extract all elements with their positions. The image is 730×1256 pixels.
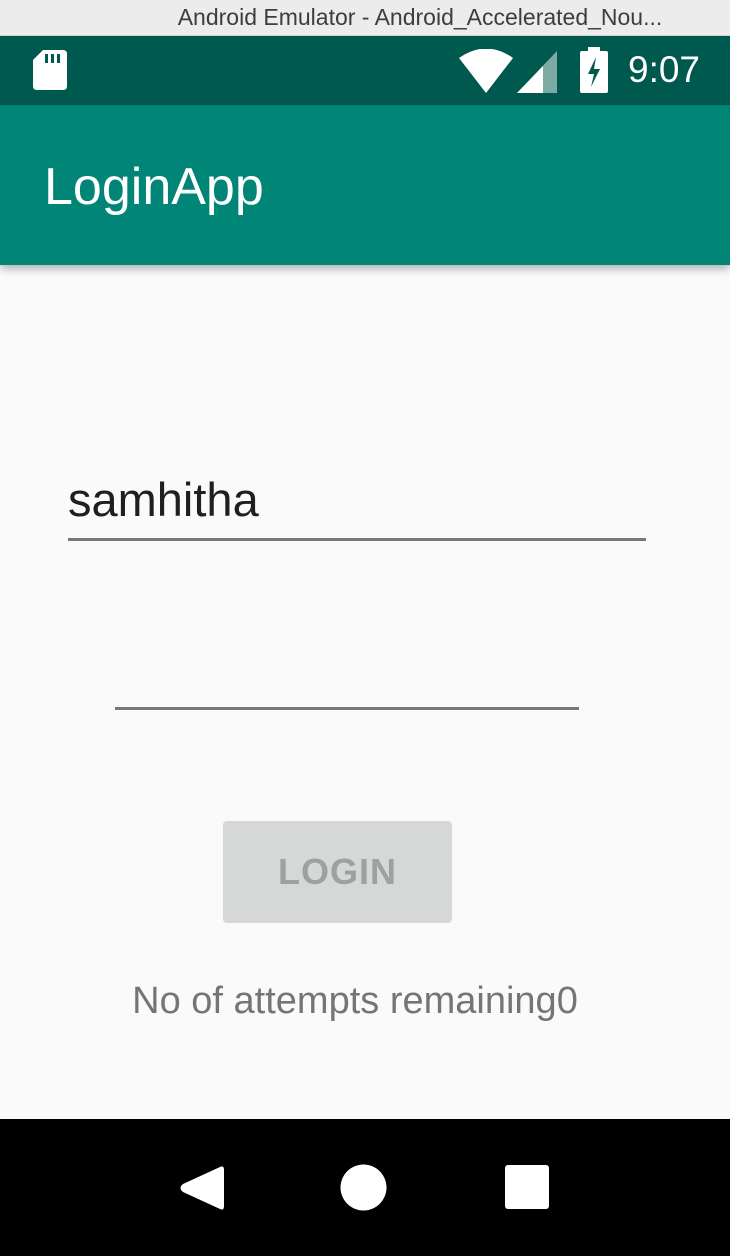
emulator-window-titlebar: Android Emulator - Android_Accelerated_N… xyxy=(0,0,730,36)
login-button-label: LOGIN xyxy=(278,851,397,892)
recents-icon[interactable] xyxy=(505,1165,549,1209)
username-input[interactable]: samhitha xyxy=(68,465,646,541)
app-title: LoginApp xyxy=(44,158,264,216)
login-button[interactable]: LOGIN xyxy=(223,821,452,923)
wifi-icon xyxy=(459,49,513,93)
username-value: samhitha xyxy=(68,473,259,526)
back-icon[interactable] xyxy=(178,1164,224,1212)
status-bar: 9:07 xyxy=(0,36,730,105)
attempts-remaining-text: No of attempts remaining0 xyxy=(132,980,578,1022)
app-bar: LoginApp xyxy=(0,105,730,265)
signal-icon xyxy=(517,51,557,93)
status-clock: 9:07 xyxy=(628,49,701,90)
window-title: Android Emulator - Android_Accelerated_N… xyxy=(177,4,663,30)
login-screen: samhitha LOGIN No of attempts remaining0 xyxy=(0,265,730,1119)
sd-card-icon xyxy=(33,50,67,90)
password-input[interactable] xyxy=(115,635,579,710)
navigation-bar xyxy=(0,1119,730,1256)
home-icon[interactable] xyxy=(340,1164,387,1211)
battery-charging-icon xyxy=(580,47,608,93)
